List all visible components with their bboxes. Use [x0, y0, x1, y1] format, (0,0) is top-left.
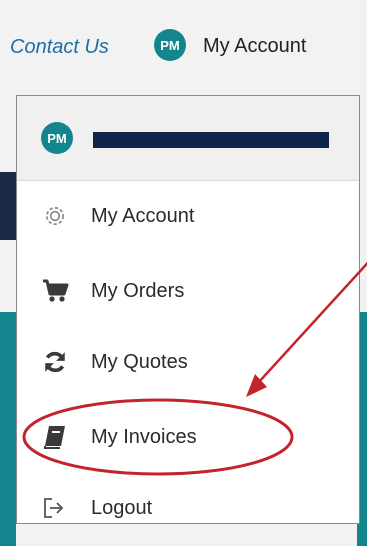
gear-icon — [37, 198, 73, 234]
top-bar: Contact Us PM My Account — [0, 0, 367, 92]
my-account-link[interactable]: My Account — [203, 35, 306, 58]
menu-item-label: My Orders — [91, 279, 185, 302]
book-icon — [37, 419, 73, 455]
account-dropdown-menu: PM My Account My Orders My Quotes My Inv… — [16, 95, 360, 524]
menu-item-my-invoices[interactable]: My Invoices — [17, 407, 359, 467]
background-banner-navy — [0, 172, 16, 240]
menu-item-label: My Quotes — [91, 350, 188, 373]
refresh-icon — [37, 344, 73, 380]
menu-item-my-quotes[interactable]: My Quotes — [17, 332, 359, 392]
menu-avatar: PM — [41, 122, 73, 154]
menu-item-label: My Invoices — [91, 425, 197, 448]
menu-item-label: My Account — [91, 204, 195, 227]
menu-item-my-orders[interactable]: My Orders — [17, 261, 359, 321]
redacted-user-name — [93, 132, 329, 148]
contact-us-link[interactable]: Contact Us — [10, 36, 109, 59]
avatar[interactable]: PM — [154, 29, 186, 61]
menu-user-header: PM — [17, 96, 359, 181]
cart-icon — [37, 273, 73, 309]
menu-item-label: Logout — [91, 496, 153, 519]
background-banner-teal — [0, 312, 16, 546]
menu-item-my-account[interactable]: My Account — [17, 186, 359, 246]
menu-item-logout[interactable]: Logout — [17, 478, 359, 538]
logout-icon — [37, 490, 73, 526]
